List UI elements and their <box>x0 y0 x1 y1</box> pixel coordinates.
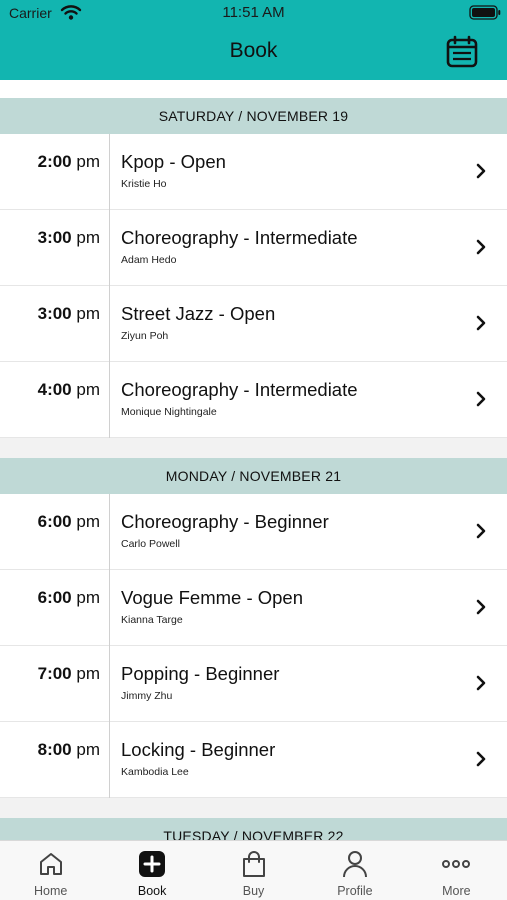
class-name: Vogue Femme - Open <box>121 587 304 608</box>
more-dots-icon <box>442 860 471 868</box>
class-row[interactable]: 3:00 pm Street Jazz - Open Ziyun Poh <box>0 286 507 362</box>
row-divider <box>109 570 110 646</box>
home-icon <box>39 853 62 875</box>
row-divider <box>109 722 110 798</box>
class-name: Locking - Beginner <box>121 739 276 760</box>
class-name: Choreography - Intermediate <box>121 379 358 400</box>
day-header: TUESDAY / NOVEMBER 22 <box>0 818 507 840</box>
tab-profile[interactable]: Profile <box>304 841 405 900</box>
plus-square-icon <box>139 851 166 877</box>
tab-book[interactable]: Book <box>101 841 202 900</box>
teacher-name: Kristie Ho <box>121 178 167 190</box>
chevron-right-icon <box>476 675 486 691</box>
tab-label: Profile <box>337 884 373 898</box>
page-title: Book <box>229 39 278 62</box>
chevron-right-icon <box>476 391 486 407</box>
class-time: 2:00 pm <box>37 152 100 171</box>
tab-label: Buy <box>242 884 265 898</box>
bag-icon <box>242 851 265 877</box>
row-divider <box>109 494 110 570</box>
teacher-name: Kianna Targe <box>121 614 183 626</box>
class-name: Street Jazz - Open <box>121 303 276 324</box>
status-time: 11:51 AM <box>222 4 285 21</box>
day-section-gap <box>0 438 507 458</box>
class-row[interactable]: 3:00 pm Choreography - Intermediate Adam… <box>0 210 507 286</box>
chevron-right-icon <box>476 163 486 179</box>
list-top-spacer <box>0 80 507 98</box>
chevron-right-icon <box>476 315 486 331</box>
day-header: SATURDAY / NOVEMBER 19 <box>0 98 507 134</box>
class-time: 4:00 pm <box>37 380 100 399</box>
class-name: Kpop - Open <box>121 151 226 172</box>
class-time: 3:00 pm <box>37 304 100 323</box>
teacher-name: Kambodia Lee <box>121 766 189 778</box>
tab-buy[interactable]: Buy <box>203 841 304 900</box>
chevron-right-icon <box>476 751 486 767</box>
row-divider <box>109 362 110 438</box>
teacher-name: Jimmy Zhu <box>121 690 173 702</box>
class-row[interactable]: 2:00 pm Kpop - Open Kristie Ho <box>0 134 507 210</box>
chevron-right-icon <box>476 599 486 615</box>
class-row[interactable]: 4:00 pm Choreography - Intermediate Moni… <box>0 362 507 438</box>
tab-bar: Home Book Buy Profile More <box>0 840 507 900</box>
class-time: 8:00 pm <box>37 740 100 759</box>
class-name: Choreography - Intermediate <box>121 227 358 248</box>
class-row[interactable]: 8:00 pm Locking - Beginner Kambodia Lee <box>0 722 507 798</box>
class-time: 7:00 pm <box>37 664 100 683</box>
battery-icon <box>469 5 501 20</box>
row-divider <box>109 210 110 286</box>
row-divider <box>109 134 110 210</box>
class-row[interactable]: 6:00 pm Vogue Femme - Open Kianna Targe <box>0 570 507 646</box>
chevron-right-icon <box>476 239 486 255</box>
tab-label: More <box>442 884 471 898</box>
tab-label: Book <box>137 884 167 898</box>
day-section-gap <box>0 798 507 818</box>
class-row[interactable]: 6:00 pm Choreography - Beginner Carlo Po… <box>0 494 507 570</box>
class-time: 6:00 pm <box>37 588 100 607</box>
status-bar: Carrier 11:51 AM <box>0 0 507 26</box>
teacher-name: Monique Nightingale <box>121 406 217 418</box>
person-icon <box>342 851 367 878</box>
tab-more[interactable]: More <box>406 841 507 900</box>
teacher-name: Carlo Powell <box>121 538 180 550</box>
calendar-icon[interactable] <box>445 35 479 69</box>
class-name: Popping - Beginner <box>121 663 280 684</box>
teacher-name: Ziyun Poh <box>121 330 169 342</box>
class-time: 3:00 pm <box>37 228 100 247</box>
row-divider <box>109 646 110 722</box>
row-divider <box>109 286 110 362</box>
top-bar: Carrier 11:51 AM Book <box>0 0 507 80</box>
class-schedule-list[interactable]: SATURDAY / NOVEMBER 19 2:00 pm Kpop - Op… <box>0 80 507 840</box>
class-name: Choreography - Beginner <box>121 511 329 532</box>
teacher-name: Adam Hedo <box>121 254 177 266</box>
class-row[interactable]: 7:00 pm Popping - Beginner Jimmy Zhu <box>0 646 507 722</box>
tab-label: Home <box>34 884 68 898</box>
tab-home[interactable]: Home <box>0 841 101 900</box>
class-time: 6:00 pm <box>37 512 100 531</box>
chevron-right-icon <box>476 523 486 539</box>
day-header: MONDAY / NOVEMBER 21 <box>0 458 507 494</box>
